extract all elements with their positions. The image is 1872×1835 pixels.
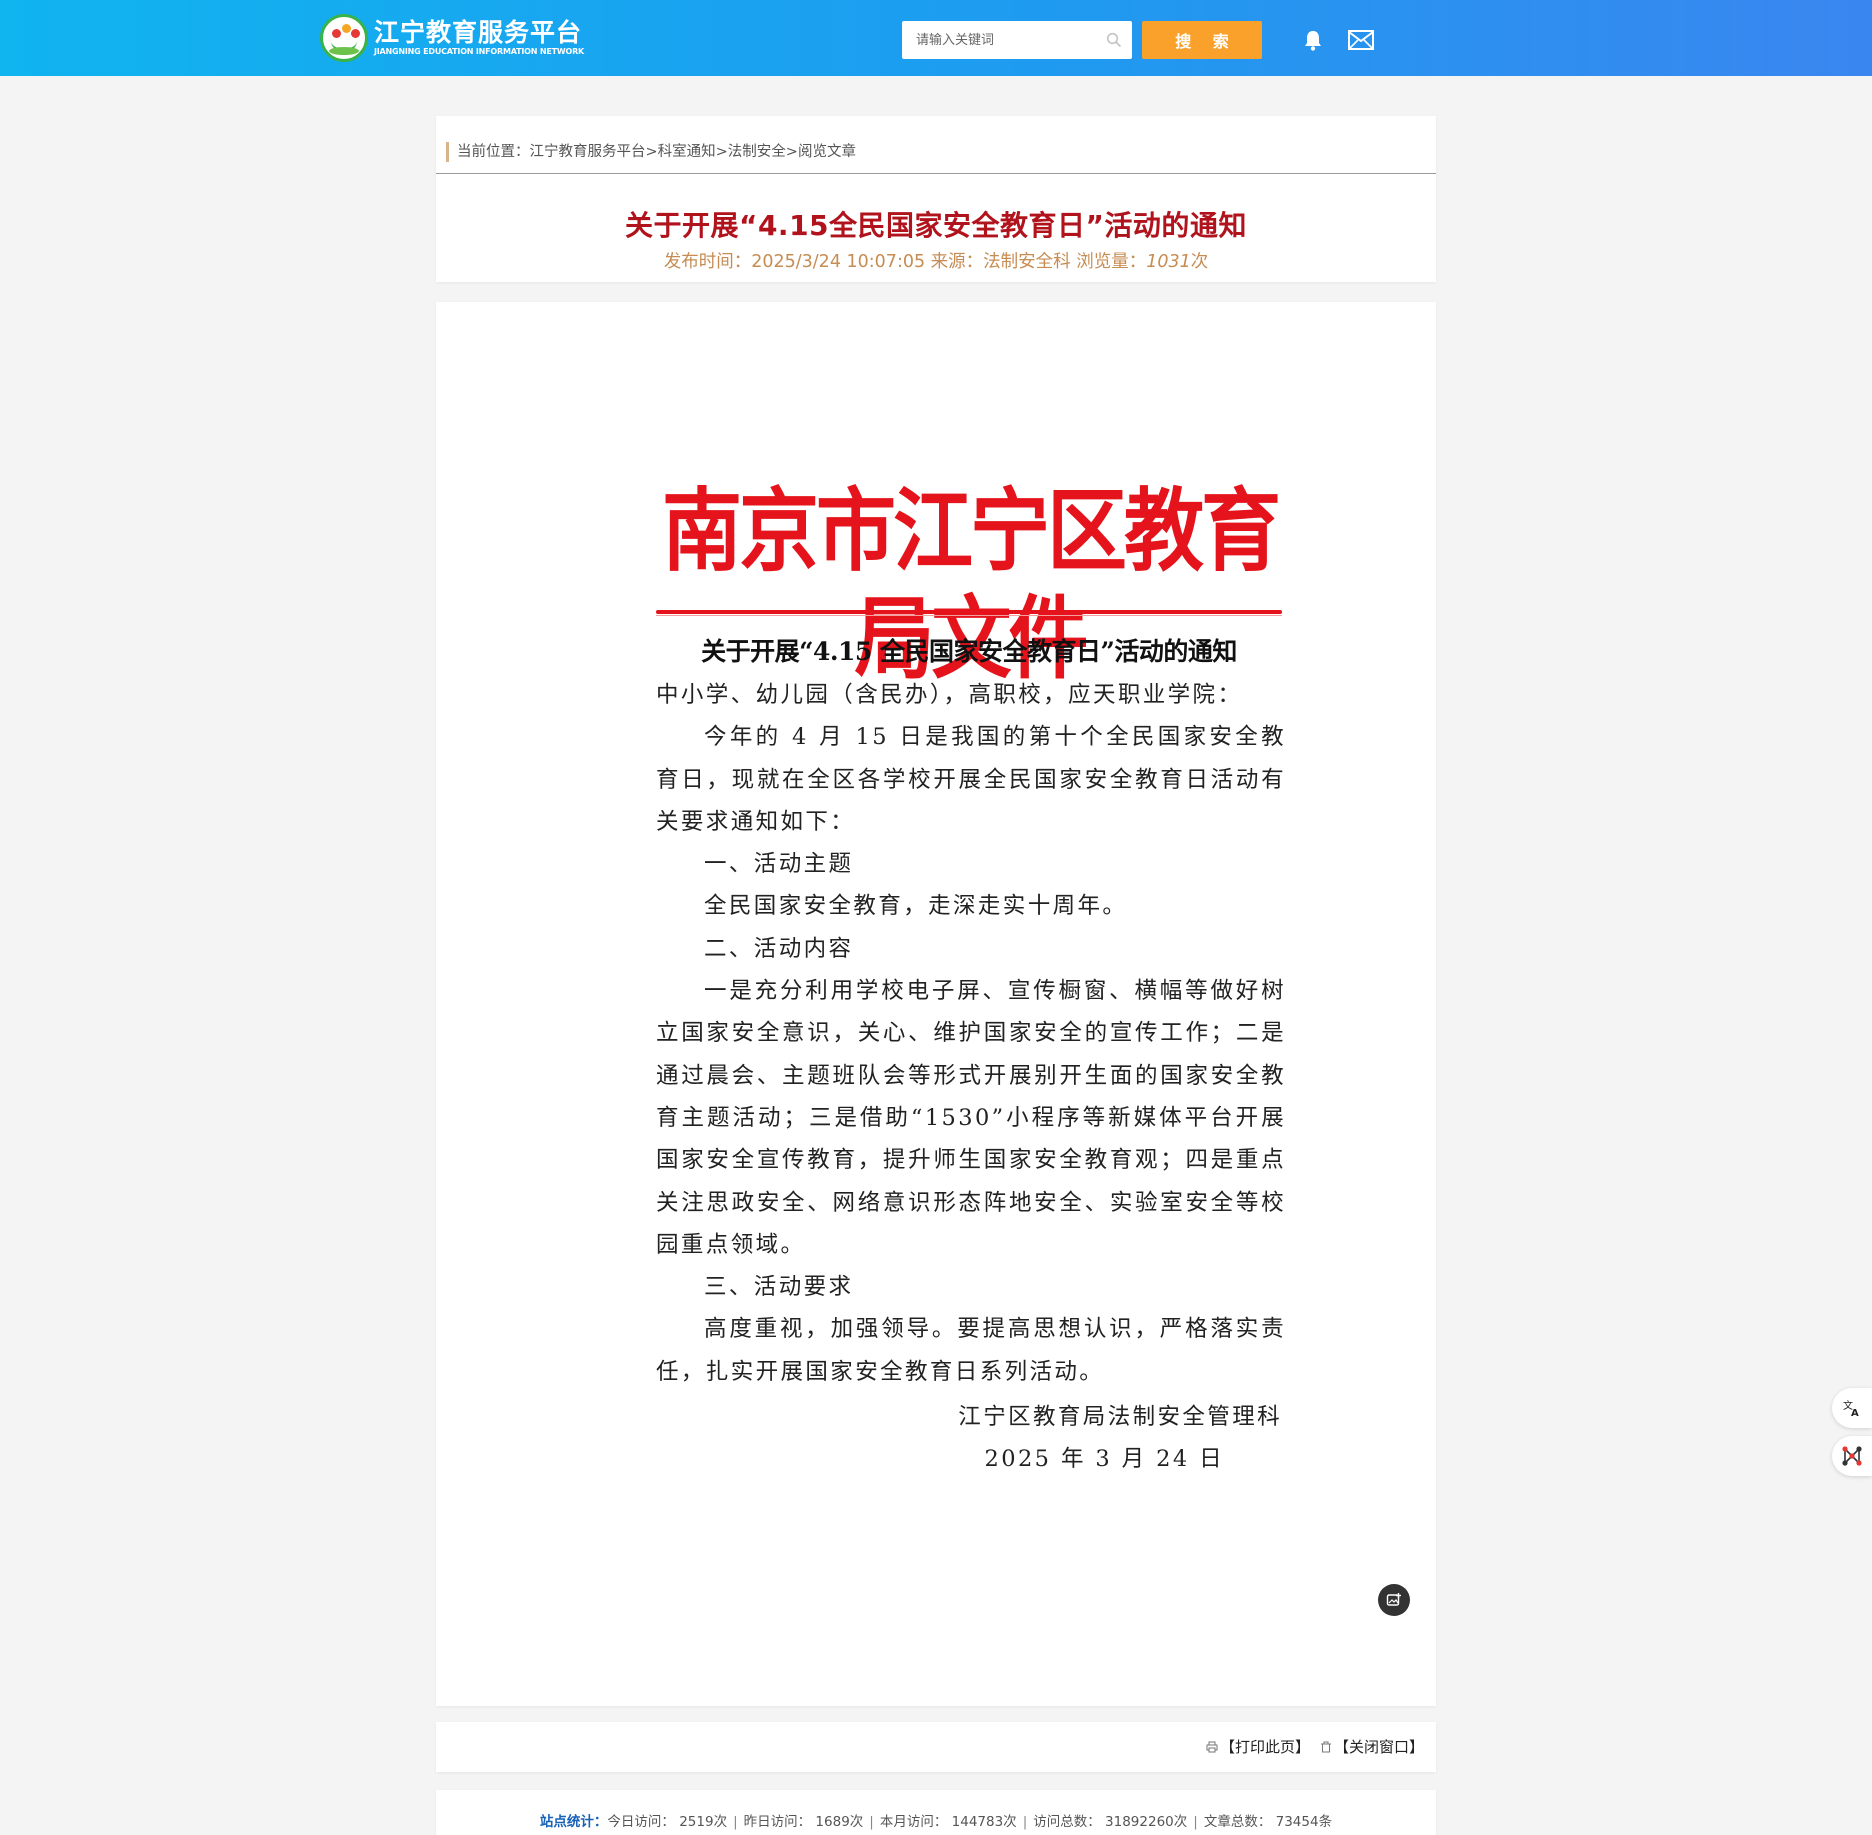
breadcrumb[interactable]: 当前位置：江宁教育服务平台>科室通知>法制安全>阅览文章 (446, 142, 856, 162)
trash-icon (1320, 1741, 1331, 1752)
section-heading: 一、活动主题 (704, 851, 854, 878)
document-signature: 江宁区教育局法制安全管理科 2025 年 3 月 24 日 (656, 1396, 1282, 1481)
section-heading: 三、活动要求 (704, 1274, 854, 1301)
article-content-panel: 南京市江宁区教育局文件 关于开展“4.15 全民国家安全教育日”活动的通知 中小… (436, 302, 1436, 1706)
svg-text:A: A (1851, 1408, 1859, 1418)
view-count-suffix: 次 (1190, 252, 1209, 272)
image-tool-button[interactable] (1378, 1584, 1410, 1616)
logo-title: 江宁教育服务平台 (374, 18, 583, 47)
article-title: 关于开展“4.15全民国家安全教育日”活动的通知 (625, 209, 1247, 242)
document-title: 关于开展“4.15 全民国家安全教育日”活动的通知 (701, 637, 1237, 666)
search-input[interactable] (902, 22, 1092, 58)
search-button[interactable]: 搜 索 (1142, 21, 1262, 59)
logo-emblem-icon (320, 14, 368, 62)
stat-today: 今日访问： 2519次 (607, 1814, 728, 1830)
bell-icon[interactable] (1302, 28, 1324, 52)
document-signer: 江宁区教育局法制安全管理科 (958, 1404, 1282, 1430)
ai-assistant-button[interactable] (1832, 1436, 1872, 1476)
print-page-link[interactable]: 【打印此页】 (1206, 1736, 1310, 1757)
site-stats: 站点统计：今日访问： 2519次 | 昨日访问： 1689次 | 本月访问： 14478… (539, 1814, 1333, 1830)
document-body: 中小学、幼儿园（含民办），高职校，应天职业学院： 今年的 4 月 15 日是我国… (656, 674, 1286, 1393)
stat-month: 本月访问： 144783次 (879, 1814, 1017, 1830)
document-paragraph: 全民国家安全教育，走深走实十周年。 (704, 893, 1128, 920)
top-header: 江宁教育服务平台 JIANGNING EDUCATION INFORMATION… (0, 0, 1872, 76)
stat-articles: 文章总数： 73454条 (1203, 1814, 1333, 1830)
meta-info: 发布时间：2025/3/24 10:07:05 来源：法制安全科 浏览量： (663, 252, 1147, 272)
network-nodes-icon (1842, 1446, 1862, 1466)
close-label: 【关闭窗口】 (1333, 1738, 1424, 1756)
search-icon[interactable] (1106, 32, 1122, 48)
article-header-panel: 当前位置：江宁教育服务平台>科室通知>法制安全>阅览文章 关于开展“4.15全民… (436, 116, 1436, 282)
close-window-link[interactable]: 【关闭窗口】 (1320, 1736, 1424, 1757)
divider (436, 173, 1436, 174)
stat-total: 访问总数： 31892260次 (1033, 1814, 1188, 1830)
document-addressee: 中小学、幼儿园（含民办），高职校，应天职业学院： (656, 682, 1243, 708)
section-heading: 二、活动内容 (704, 935, 854, 962)
mail-icon[interactable] (1348, 30, 1374, 50)
logo-subtitle: JIANGNING EDUCATION INFORMATION NETWORK (374, 47, 585, 56)
translate-button[interactable]: 文 A (1832, 1388, 1872, 1428)
printer-icon (1206, 1741, 1218, 1752)
article-meta: 发布时间：2025/3/24 10:07:05 来源：法制安全科 浏览量：103… (436, 248, 1436, 273)
site-stats-panel: 站点统计：今日访问： 2519次 | 昨日访问： 1689次 | 本月访问： 14478… (436, 1790, 1436, 1835)
stats-label: 站点统计： (539, 1814, 608, 1830)
document-paragraph: 今年的 4 月 15 日是我国的第十个全民国家安全教育日，现就在全区各学校开展全… (656, 724, 1286, 835)
translate-icon: 文 A (1843, 1399, 1859, 1418)
search-box (902, 21, 1132, 59)
view-count: 1031 (1146, 252, 1191, 272)
article-actions-panel: 【打印此页】 【关闭窗口】 (436, 1722, 1436, 1772)
image-edit-icon (1386, 1593, 1401, 1606)
document-paragraph: 一是充分利用学校电子屏、宣传橱窗、横幅等做好树立国家安全意识，关心、维护国家安全… (656, 978, 1286, 1258)
site-logo[interactable]: 江宁教育服务平台 JIANGNING EDUCATION INFORMATION… (320, 14, 584, 62)
print-label: 【打印此页】 (1219, 1738, 1310, 1756)
document-paragraph: 高度重视，加强领导。要提高思想认识，严格落实责任，扎实开展国家安全教育日系列活动… (656, 1316, 1286, 1385)
document-date: 2025 年 3 月 24 日 (984, 1446, 1224, 1473)
stat-yesterday: 昨日访问： 1689次 (743, 1814, 864, 1830)
document-red-rule (656, 610, 1282, 614)
